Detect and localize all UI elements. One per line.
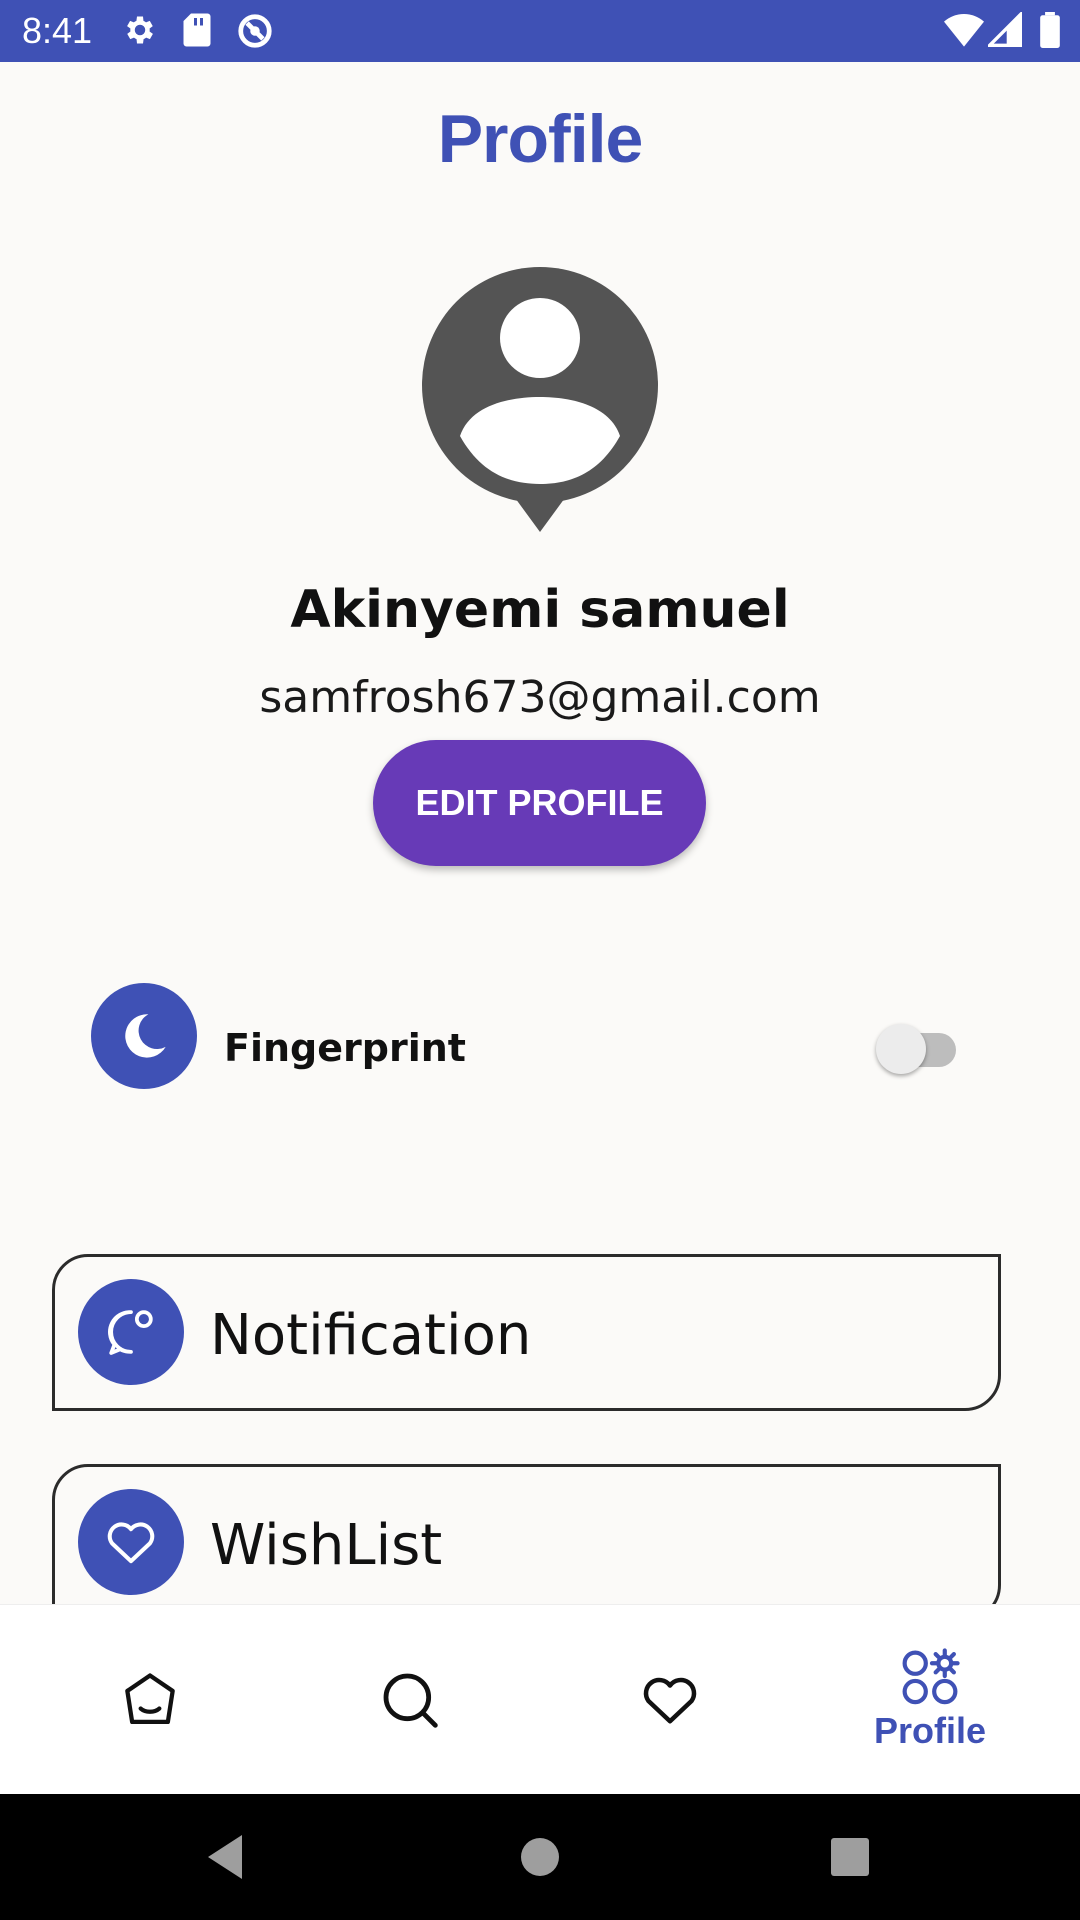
gear-icon — [127, 16, 153, 44]
user-email: samfrosh673@gmail.com — [259, 672, 821, 723]
user-avatar-icon — [422, 267, 658, 532]
user-name: Akinyemi samuel — [290, 580, 790, 640]
back-icon[interactable] — [204, 1832, 244, 1882]
nav-search[interactable] — [320, 1605, 500, 1795]
nav-wishlist[interactable] — [580, 1605, 760, 1795]
nav-profile[interactable]: Profile — [840, 1605, 1020, 1795]
wishlist-label: WishList — [210, 1513, 443, 1578]
wishlist-card[interactable]: WishList — [52, 1464, 1001, 1621]
fingerprint-toggle[interactable] — [876, 1022, 960, 1074]
home-icon — [125, 1673, 175, 1724]
battery-icon — [1040, 12, 1060, 48]
system-navigation-bar — [0, 1794, 1080, 1920]
notification-card[interactable]: Notification — [52, 1254, 1001, 1411]
edit-profile-button[interactable]: EDIT PROFILE — [373, 740, 706, 866]
status-time: 8:41 — [22, 10, 93, 51]
notification-label: Notification — [210, 1303, 532, 1368]
home-circle-icon[interactable] — [520, 1832, 560, 1882]
sd-card-icon — [183, 13, 211, 47]
heart-icon — [643, 1677, 697, 1724]
moon-icon — [125, 1014, 166, 1058]
chat-bubble-icon — [108, 1310, 153, 1355]
toggle-thumb — [876, 1024, 926, 1074]
search-icon — [383, 1673, 438, 1728]
fingerprint-label: Fingerprint — [224, 1026, 466, 1070]
sync-icon — [238, 14, 272, 48]
recent-apps-icon[interactable] — [830, 1832, 870, 1882]
page-title: Profile — [437, 101, 644, 177]
category-icon — [902, 1648, 960, 1705]
wishlist-icon-badge — [78, 1489, 184, 1595]
nav-home[interactable] — [60, 1605, 240, 1795]
fingerprint-setting-icon — [91, 983, 197, 1089]
wifi-icon — [944, 14, 984, 47]
heart-icon — [107, 1522, 155, 1564]
status-bar: 8:41 — [0, 0, 1080, 62]
notification-icon-badge — [78, 1279, 184, 1385]
bottom-navigation: Profile — [0, 1604, 1080, 1794]
nav-profile-label: Profile — [873, 1710, 987, 1751]
signal-icon — [988, 12, 1022, 47]
